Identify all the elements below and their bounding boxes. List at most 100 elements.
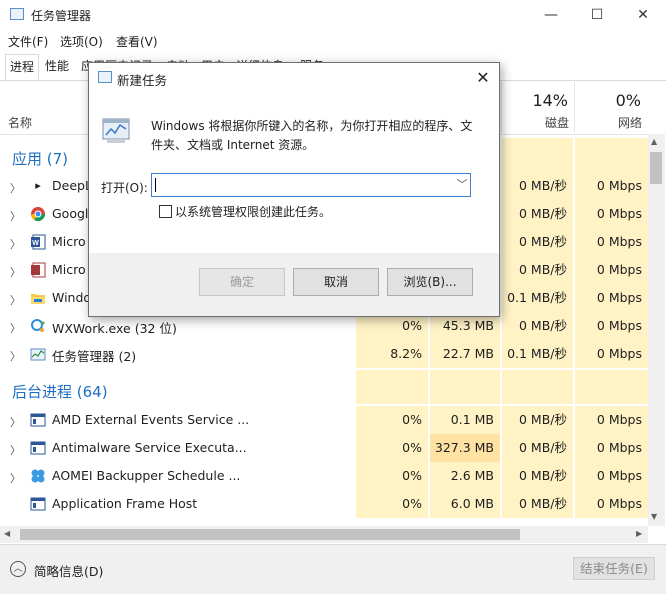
cancel-button[interactable]: 取消 (293, 268, 379, 296)
column-name[interactable]: 名称 (8, 114, 32, 131)
dialog-title-bar: 新建任务 ✕ (89, 63, 499, 93)
network-cell: 0 Mbps (575, 340, 648, 368)
ok-button[interactable]: 确定 (199, 268, 285, 296)
chevron-right-icon[interactable]: 〉 (10, 236, 21, 252)
disk-cell: 0 MB/秒 (502, 312, 573, 340)
vertical-scrollbar[interactable] (648, 134, 665, 526)
memory-cell: 327.3 MB (430, 434, 500, 462)
memory-cell: 6.0 MB (430, 490, 500, 518)
tab-processes[interactable]: 进程 (5, 54, 40, 80)
close-button[interactable]: ✕ (620, 0, 666, 30)
chevron-right-icon[interactable]: 〉 (10, 208, 21, 224)
dialog-close-button[interactable]: ✕ (469, 65, 497, 91)
chevron-right-icon[interactable]: 〉 (10, 180, 21, 196)
text-caret (155, 178, 156, 192)
footer-bar: ︿ 简略信息(D) 结束任务(E) (0, 544, 666, 594)
network-cell: 0 Mbps (575, 490, 648, 518)
scroll-left-icon[interactable]: ◀ (4, 529, 10, 538)
fewer-details-link[interactable]: 简略信息(D) (34, 561, 103, 580)
cpu-cell: 0% (356, 490, 428, 518)
group-row-bg (575, 370, 648, 404)
dialog-description: Windows 将根据你所键入的名称，为你打开相应的程序、文件夹、文档或 Int… (151, 119, 473, 152)
deepl-icon: ▸ (35, 179, 41, 192)
scroll-down-icon[interactable]: ▼ (651, 512, 657, 521)
menu-file[interactable]: 文件(F) (8, 33, 48, 50)
dialog-title: 新建任务 (117, 73, 168, 88)
minimize-button[interactable]: — (528, 0, 574, 30)
folder-icon (31, 294, 45, 304)
column-network[interactable]: 网络 (618, 114, 642, 131)
group-row-bg (502, 370, 573, 404)
chevron-right-icon[interactable]: 〉 (10, 414, 21, 430)
process-row[interactable]: 〉 任务管理器 (2) 8.2% 22.7 MB 0.1 MB/秒 0 Mbps (0, 340, 650, 368)
disk-cell: 0 MB/秒 (502, 228, 573, 256)
admin-checkbox[interactable] (159, 205, 172, 218)
window-title: 任务管理器 (31, 9, 92, 23)
chevron-right-icon[interactable]: 〉 (10, 264, 21, 280)
end-task-button[interactable]: 结束任务(E) (573, 557, 655, 580)
service-icon (30, 413, 46, 427)
memory-cell: 0.1 MB (430, 406, 500, 434)
network-cell: 0 Mbps (575, 462, 648, 490)
memory-cell: 2.6 MB (430, 462, 500, 490)
network-cell: 0 Mbps (575, 200, 648, 228)
run-program-icon (102, 118, 130, 143)
chrome-icon (31, 207, 45, 221)
network-cell: 0 Mbps (575, 284, 648, 312)
disk-cell: 0 MB/秒 (502, 434, 573, 462)
browse-button[interactable]: 浏览(B)... (387, 268, 473, 296)
scroll-up-icon[interactable]: ▲ (651, 137, 657, 146)
chevron-down-icon[interactable]: ﹀ (455, 176, 469, 194)
chevron-right-icon[interactable]: 〉 (10, 292, 21, 308)
cpu-cell: 0% (356, 406, 428, 434)
network-percent: 0% (615, 91, 641, 110)
group-background[interactable]: 后台进程 (64) (12, 381, 108, 402)
scroll-right-icon[interactable]: ▶ (636, 529, 642, 538)
svg-text:W: W (32, 240, 39, 247)
chevron-right-icon[interactable]: 〉 (10, 348, 21, 364)
process-name: Windo (52, 290, 92, 305)
memory-cell: 22.7 MB (430, 340, 500, 368)
group-apps[interactable]: 应用 (7) (12, 148, 68, 169)
horizontal-scroll-thumb[interactable] (20, 529, 520, 540)
chevron-right-icon[interactable]: 〉 (10, 320, 21, 336)
process-row[interactable]: Application Frame Host 0% 6.0 MB 0 MB/秒 … (0, 490, 650, 518)
column-divider (501, 82, 502, 132)
chevron-right-icon[interactable]: 〉 (10, 442, 21, 458)
task-manager-icon (30, 348, 46, 361)
menu-bar: 文件(F) 选项(O) 查看(V) (0, 30, 666, 52)
disk-cell: 0 MB/秒 (502, 200, 573, 228)
access-icon (31, 262, 46, 278)
open-label: 打开(O): (101, 181, 148, 195)
disk-cell: 0.1 MB/秒 (502, 284, 573, 312)
process-row[interactable]: 〉 AOMEI Backupper Schedule ... 0% 2.6 MB… (0, 462, 650, 490)
maximize-button[interactable]: ☐ (574, 0, 620, 30)
disk-cell: 0 MB/秒 (502, 462, 573, 490)
word-icon: W (31, 234, 46, 250)
column-disk[interactable]: 磁盘 (545, 114, 569, 131)
menu-options[interactable]: 选项(O) (60, 33, 103, 50)
menu-view[interactable]: 查看(V) (116, 33, 158, 50)
chevron-right-icon[interactable]: 〉 (10, 470, 21, 486)
process-row[interactable]: 〉 AMD External Events Service ... 0% 0.1… (0, 406, 650, 434)
vertical-scroll-thumb[interactable] (650, 152, 662, 184)
process-name: Micro (52, 262, 86, 277)
service-icon (30, 497, 46, 511)
cpu-cell: 0% (356, 434, 428, 462)
group-row-bg (502, 138, 573, 172)
disk-cell: 0 MB/秒 (502, 256, 573, 284)
process-name: WXWork.exe (32 位) (52, 321, 177, 336)
disk-cell: 0 MB/秒 (502, 172, 573, 200)
group-row-bg (430, 370, 500, 404)
open-input[interactable] (151, 173, 471, 197)
chevron-up-icon[interactable]: ︿ (10, 561, 26, 577)
task-manager-icon (10, 8, 24, 20)
process-row[interactable]: 〉 Antimalware Service Executa... 0% 327.… (0, 434, 650, 462)
tab-performance[interactable]: 性能 (41, 54, 73, 80)
process-name: AMD External Events Service ... (52, 412, 250, 427)
wxwork-icon (31, 319, 45, 332)
process-name: Antimalware Service Executa... (52, 440, 247, 455)
disk-percent: 14% (532, 91, 568, 110)
new-task-dialog: 新建任务 ✕ Windows 将根据你所键入的名称，为你打开相应的程序、文件夹、… (88, 62, 500, 317)
admin-checkbox-label[interactable]: 以系统管理权限创建此任务。 (175, 203, 331, 220)
